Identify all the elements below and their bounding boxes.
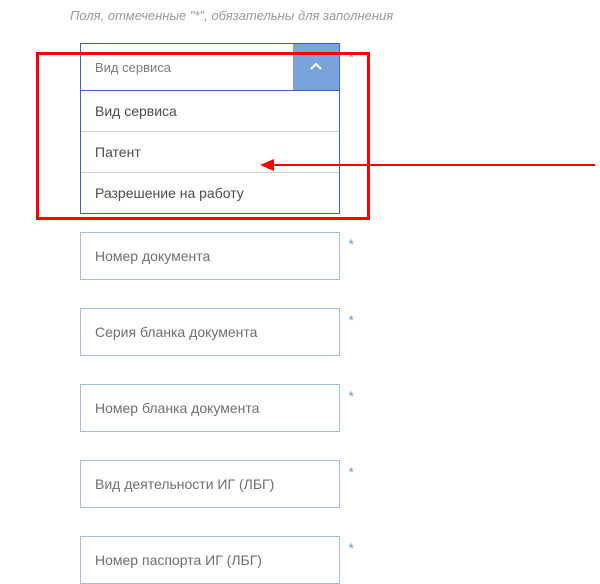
doc-number-field-wrap: * Номер документа	[80, 232, 340, 280]
dropdown-toggle[interactable]	[293, 44, 339, 90]
dropdown-option-patent[interactable]: Патент	[81, 131, 339, 172]
service-type-dropdown: * Вид сервиса Вид сервиса Патент Разреше…	[80, 43, 340, 214]
required-mark: *	[349, 540, 354, 556]
required-mark: *	[349, 49, 354, 65]
dropdown-head[interactable]: Вид сервиса	[80, 43, 340, 91]
blank-series-field[interactable]: Серия бланка документа	[80, 308, 340, 356]
dropdown-selected-label: Вид сервиса	[81, 44, 293, 90]
required-mark: *	[349, 388, 354, 404]
required-note: Поля, отмеченные "*", обязательны для за…	[0, 0, 600, 43]
blank-number-field-wrap: * Номер бланка документа	[80, 384, 340, 432]
blank-number-field[interactable]: Номер бланка документа	[80, 384, 340, 432]
dropdown-list: Вид сервиса Патент Разрешение на работу	[80, 91, 340, 214]
blank-series-field-wrap: * Серия бланка документа	[80, 308, 340, 356]
form-area: * Вид сервиса Вид сервиса Патент Разреше…	[0, 43, 600, 584]
required-mark: *	[349, 464, 354, 480]
required-mark: *	[349, 236, 354, 252]
activity-type-field-wrap: * Вид деятельности ИГ (ЛБГ)	[80, 460, 340, 508]
passport-number-field-wrap: * Номер паспорта ИГ (ЛБГ)	[80, 536, 340, 584]
activity-type-field[interactable]: Вид деятельности ИГ (ЛБГ)	[80, 460, 340, 508]
passport-number-field[interactable]: Номер паспорта ИГ (ЛБГ)	[80, 536, 340, 584]
dropdown-option-work-permit[interactable]: Разрешение на работу	[81, 172, 339, 213]
dropdown-option-service-type[interactable]: Вид сервиса	[81, 91, 339, 131]
chevron-up-icon	[309, 60, 323, 74]
doc-number-field[interactable]: Номер документа	[80, 232, 340, 280]
required-mark: *	[349, 312, 354, 328]
